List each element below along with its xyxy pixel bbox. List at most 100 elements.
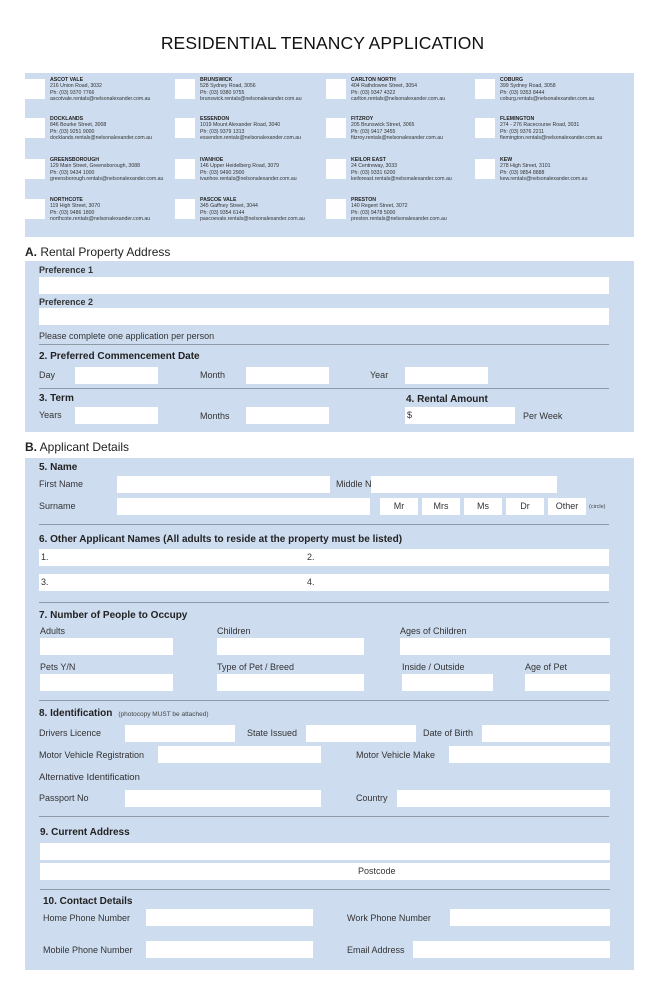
office-card: DOCKLANDS 846 Bourke Street, 3008 Ph: (03)… xyxy=(25,114,175,150)
pet-type-field[interactable] xyxy=(217,674,364,691)
identification-heading: 8. Identification (photocopy MUST be atta… xyxy=(39,708,209,719)
other-applicant-1-2-field[interactable]: 1. 2. xyxy=(39,549,609,566)
office-logo-icon xyxy=(175,159,195,179)
rental-amount-field[interactable]: $ xyxy=(405,407,515,424)
years-field[interactable] xyxy=(75,407,158,424)
mobile-phone-field[interactable] xyxy=(146,941,313,958)
office-card: FLEMINGTON 274 - 276 Racecourse Road, 303… xyxy=(475,114,625,150)
office-directory: ASCOT VALE 216 Union Road, 3032 Ph: (03) 9… xyxy=(25,73,634,237)
title-dr-option[interactable]: Dr xyxy=(506,498,544,515)
office-details: PRESTON 140 Regent Street, 3072 Ph: (03) 9… xyxy=(351,197,447,223)
state-issued-label: State Issued xyxy=(247,728,298,738)
applicant-4-label: 4. xyxy=(307,577,315,587)
office-card: KEILOR EAST 24 Centreway, 3033 Ph: (03) 93… xyxy=(326,155,476,191)
office-details: BRUNSWICK 528 Sydney Road, 3056 Ph: (03) 9… xyxy=(200,77,302,103)
office-logo-icon xyxy=(475,79,495,99)
drivers-licence-field[interactable] xyxy=(125,725,235,742)
office-email[interactable]: preston.rentals@nelsonalexander.com.au xyxy=(351,216,447,222)
preference-1-label: Preference 1 xyxy=(39,265,94,275)
office-email[interactable]: flemington.rentals@nelsonalexander.com.a… xyxy=(500,135,602,141)
office-email[interactable]: coburg.rentals@nelsonalexander.com.au xyxy=(500,96,594,102)
home-phone-field[interactable] xyxy=(146,909,313,926)
first-name-field[interactable] xyxy=(117,476,330,493)
photocopy-note: (photocopy MUST be attached) xyxy=(118,711,209,718)
section-b-panel: 5. Name First Name Middle Name Surname M… xyxy=(25,458,634,970)
office-logo-icon xyxy=(175,79,195,99)
month-field[interactable] xyxy=(246,367,329,384)
office-email[interactable]: ivanhoe.rentals@nelsonalexander.com.au xyxy=(200,176,297,182)
email-field[interactable] xyxy=(413,941,610,958)
surname-field[interactable] xyxy=(117,498,370,515)
office-card: KEW 278 High Street, 3101 Ph: (03) 9854 88… xyxy=(475,155,625,191)
office-logo-icon xyxy=(326,159,346,179)
month-label: Month xyxy=(200,370,226,380)
office-email[interactable]: brunswick.rentals@nelsonalexander.com.au xyxy=(200,96,302,102)
office-email[interactable]: docklands.rentals@nelsonalexander.com.au xyxy=(50,135,152,141)
adults-field[interactable] xyxy=(40,638,173,655)
section-letter: A. xyxy=(25,245,37,259)
office-card: GREENSBOROUGH 129 Main Street, Greensboro… xyxy=(25,155,175,191)
office-email[interactable]: ascotvale.rentals@nelsonalexander.com.au xyxy=(50,96,150,102)
vehicle-rego-label: Motor Vehicle Registration xyxy=(39,750,145,760)
office-details: ASCOT VALE 216 Union Road, 3032 Ph: (03) 9… xyxy=(50,77,150,103)
other-applicant-3-4-field[interactable]: 3. 4. xyxy=(39,574,609,591)
passport-label: Passport No xyxy=(39,793,89,803)
country-field[interactable] xyxy=(397,790,610,807)
year-field[interactable] xyxy=(405,367,488,384)
office-details: FLEMINGTON 274 - 276 Racecourse Road, 303… xyxy=(500,116,602,142)
months-field[interactable] xyxy=(246,407,329,424)
office-card: ESSENDON 1019 Mount Alexander Road, 3040 P… xyxy=(175,114,325,150)
divider xyxy=(39,602,609,603)
pets-label: Pets Y/N xyxy=(40,662,76,672)
preference-2-field[interactable] xyxy=(39,308,609,325)
office-details: COBURG 399 Sydney Road, 3058 Ph: (03) 9353… xyxy=(500,77,594,103)
current-address-line-2[interactable]: Postcode xyxy=(40,863,610,880)
divider xyxy=(39,344,609,345)
mobile-phone-label: Mobile Phone Number xyxy=(43,945,133,955)
office-details: KEW 278 High Street, 3101 Ph: (03) 9854 88… xyxy=(500,157,587,183)
work-phone-label: Work Phone Number xyxy=(347,913,431,923)
office-email[interactable]: kew.rentals@nelsonalexander.com.au xyxy=(500,176,587,182)
day-field[interactable] xyxy=(75,367,158,384)
work-phone-field[interactable] xyxy=(450,909,610,926)
drivers-licence-label: Drivers Licence xyxy=(39,728,102,738)
title-mrs-option[interactable]: Mrs xyxy=(422,498,460,515)
middle-name-field[interactable] xyxy=(371,476,557,493)
office-logo-icon xyxy=(326,199,346,219)
title-other-option[interactable]: Other xyxy=(548,498,586,515)
office-details: PASCOE VALE 345 Gaffney Street, 3044 Ph: (… xyxy=(200,197,305,223)
preference-1-field[interactable] xyxy=(39,277,609,294)
children-field[interactable] xyxy=(217,638,364,655)
preference-2-label: Preference 2 xyxy=(39,297,94,307)
title-ms-option[interactable]: Ms xyxy=(464,498,502,515)
office-email[interactable]: carlton.rentals@nelsonalexander.com.au xyxy=(351,96,445,102)
ages-of-children-field[interactable] xyxy=(400,638,610,655)
term-heading: 3. Term xyxy=(39,393,74,404)
applicant-2-label: 2. xyxy=(307,552,315,562)
per-week-label: Per Week xyxy=(523,411,563,421)
office-details: GREENSBOROUGH 129 Main Street, Greensboro… xyxy=(50,157,163,183)
state-issued-field[interactable] xyxy=(306,725,416,742)
vehicle-make-label: Motor Vehicle Make xyxy=(356,750,436,760)
current-address-line-1[interactable] xyxy=(40,843,610,860)
first-name-label: First Name xyxy=(39,479,84,489)
section-letter: B. xyxy=(25,440,37,454)
office-email[interactable]: greensborough.rentals@nelsonalexander.co… xyxy=(50,176,163,182)
pets-field[interactable] xyxy=(40,674,173,691)
office-email[interactable]: fitzroy.rentals@nelsonalexander.com.au xyxy=(351,135,443,141)
office-details: FITZROY 205 Brunswick Street, 3065 Ph: (03… xyxy=(351,116,443,142)
vehicle-rego-field[interactable] xyxy=(158,746,321,763)
title-mr-option[interactable]: Mr xyxy=(380,498,418,515)
office-email[interactable]: pascoevale.rentals@nelsonalexander.com.a… xyxy=(200,216,305,222)
age-of-pet-field[interactable] xyxy=(525,674,610,691)
postcode-label: Postcode xyxy=(358,866,396,876)
one-application-note: Please complete one application per pers… xyxy=(39,331,215,341)
inside-outside-field[interactable] xyxy=(402,674,493,691)
office-email[interactable]: northcote.rentals@nelsonalexander.com.au xyxy=(50,216,150,222)
date-of-birth-field[interactable] xyxy=(482,725,610,742)
office-email[interactable]: essendon.rentals@nelsonalexander.com.au xyxy=(200,135,301,141)
section-title: Rental Property Address xyxy=(37,245,171,259)
passport-field[interactable] xyxy=(125,790,321,807)
vehicle-make-field[interactable] xyxy=(449,746,610,763)
office-email[interactable]: keiloreast.rentals@nelsonalexander.com.a… xyxy=(351,176,452,182)
